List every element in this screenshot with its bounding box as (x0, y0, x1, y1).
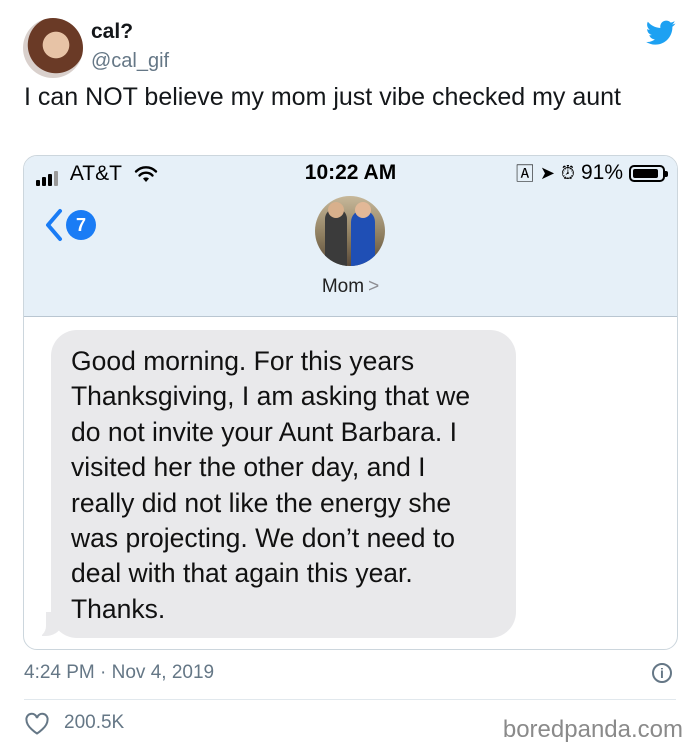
chevron-right-icon: > (368, 276, 380, 297)
info-icon[interactable]: i (652, 663, 672, 683)
contact-name: Mom (321, 276, 365, 297)
battery-icon (629, 164, 668, 182)
like-count[interactable]: 200.5K (64, 712, 124, 734)
divider (24, 699, 676, 700)
imessage-header: AT&T 10:22 AM 🄰︎ ➤ ⏰︎ 91% 7 Mom > (24, 156, 677, 317)
watermark: boredpanda.com (502, 716, 683, 743)
user-handle[interactable]: @cal_gif (91, 50, 169, 73)
location-icon: ➤ (539, 162, 555, 183)
twitter-bird-icon[interactable] (646, 20, 676, 46)
status-bar-right: 🄰︎ ➤ ⏰︎ 91% (515, 160, 668, 186)
chevron-left-icon (46, 209, 62, 241)
contact-name-link[interactable]: Mom > (24, 276, 677, 298)
battery-percent: 91% (580, 161, 623, 184)
avatar[interactable] (23, 18, 83, 78)
tweet-card: cal? @cal_gif I can NOT believe my mom j… (0, 0, 700, 753)
embedded-screenshot[interactable]: AT&T 10:22 AM 🄰︎ ➤ ⏰︎ 91% 7 Mom > Good m… (23, 155, 678, 650)
contact-avatar[interactable] (315, 196, 385, 266)
back-button[interactable]: 7 (44, 208, 96, 242)
at-icon: 🄰︎ (515, 164, 534, 184)
tweet-timestamp[interactable]: 4:24 PM · Nov 4, 2019 (24, 662, 214, 684)
tweet-text: I can NOT believe my mom just vibe check… (24, 83, 621, 111)
message-bubble[interactable]: Good morning. For this years Thanksgivin… (51, 330, 516, 638)
unread-count-badge: 7 (66, 210, 96, 240)
display-name[interactable]: cal? (91, 20, 133, 44)
alarm-icon: ⏰︎ (560, 162, 575, 183)
heart-icon[interactable] (24, 712, 50, 736)
